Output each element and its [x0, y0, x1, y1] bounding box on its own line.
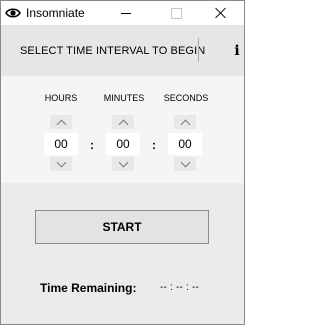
- time-separator: :: [90, 138, 94, 152]
- hours-label: HOURS: [44, 93, 78, 103]
- app-window: Insomniate SELECT TIME INTERVAL TO BEGIN…: [0, 0, 245, 325]
- time-remaining-value: -- : -- : --: [160, 282, 200, 293]
- minimize-icon: [121, 12, 131, 14]
- minimize-button[interactable]: [103, 1, 149, 25]
- header-divider: [198, 38, 199, 62]
- time-remaining-label: Time Remaining:: [40, 281, 137, 295]
- control-panel: START Time Remaining: -- : -- : --: [1, 183, 244, 324]
- minutes-up-button[interactable]: [112, 115, 134, 129]
- chevron-down-icon: [118, 157, 128, 167]
- start-button[interactable]: START: [35, 210, 209, 244]
- seconds-field[interactable]: 00: [168, 133, 202, 155]
- instruction-header: SELECT TIME INTERVAL TO BEGIN i: [1, 25, 244, 76]
- seconds-label: SECONDS: [163, 93, 209, 103]
- window-title: Insomniate: [26, 6, 85, 20]
- eye-icon: [5, 8, 21, 18]
- chevron-down-icon: [56, 157, 66, 167]
- title-bar[interactable]: Insomniate: [1, 1, 244, 25]
- instruction-text: SELECT TIME INTERVAL TO BEGIN: [20, 45, 206, 57]
- minutes-down-button[interactable]: [112, 157, 134, 171]
- hours-up-button[interactable]: [50, 115, 72, 129]
- maximize-button[interactable]: [153, 1, 199, 25]
- hours-down-button[interactable]: [50, 157, 72, 171]
- time-separator: :: [152, 138, 156, 152]
- close-icon: [215, 7, 227, 19]
- info-button[interactable]: i: [230, 43, 244, 59]
- seconds-down-button[interactable]: [174, 157, 196, 171]
- seconds-up-button[interactable]: [174, 115, 196, 129]
- close-button[interactable]: [198, 1, 244, 25]
- chevron-down-icon: [180, 157, 190, 167]
- maximize-icon: [170, 7, 182, 19]
- minutes-field[interactable]: 00: [106, 133, 140, 155]
- minutes-label: MINUTES: [103, 93, 145, 103]
- hours-field[interactable]: 00: [44, 133, 78, 155]
- chevron-up-icon: [56, 119, 66, 129]
- chevron-up-icon: [180, 119, 190, 129]
- chevron-up-icon: [118, 119, 128, 129]
- time-picker: HOURS 00 : MINUTES 00 : SECONDS 00: [1, 76, 244, 183]
